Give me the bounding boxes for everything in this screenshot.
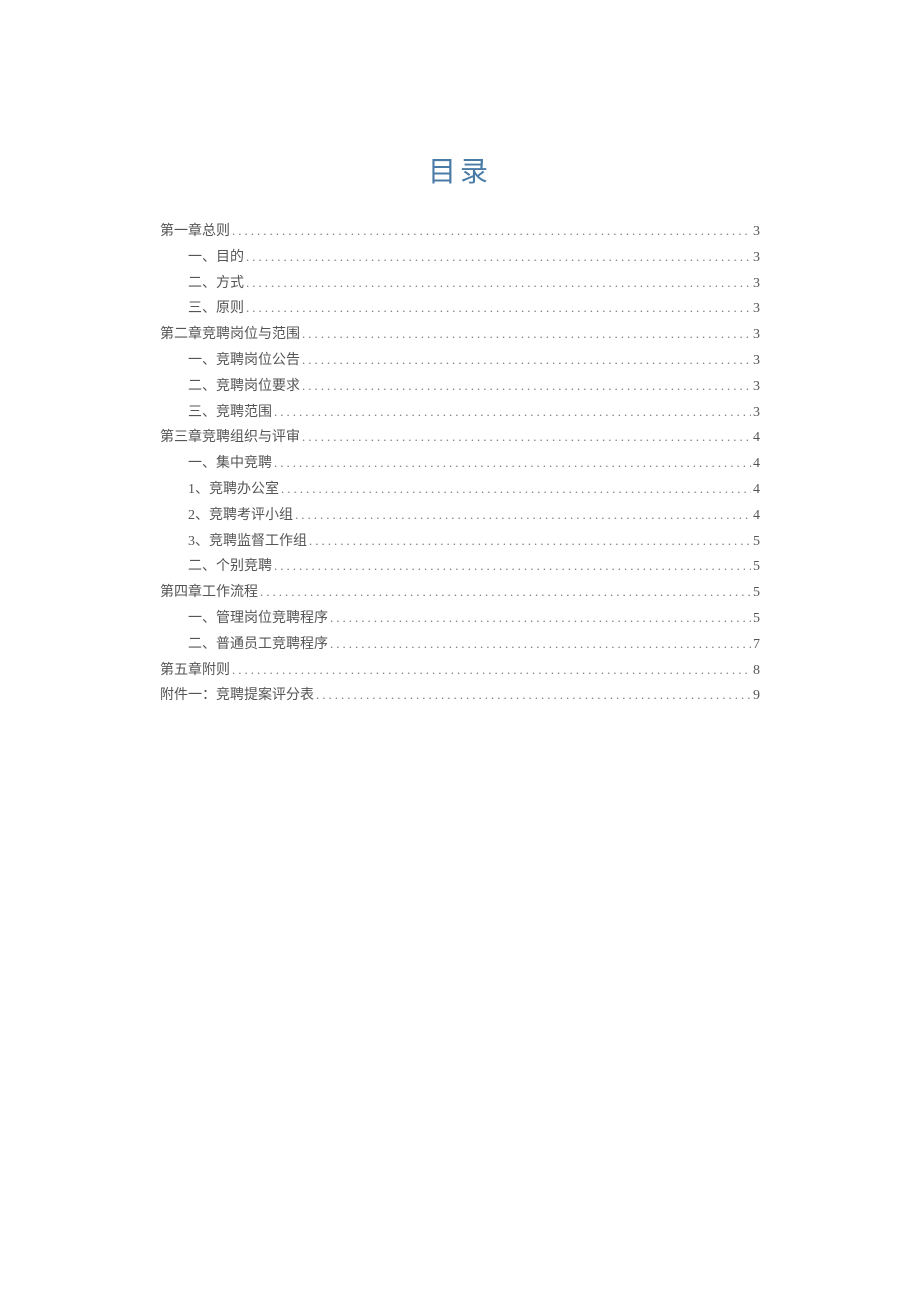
toc-leader-dots [232, 220, 751, 242]
toc-page-number: 4 [753, 478, 760, 502]
toc-leader-dots [246, 272, 751, 294]
toc-label: 第三章竞聘组织与评审 [160, 426, 300, 450]
toc-leader-dots [302, 323, 751, 345]
toc-entry[interactable]: 一、竞聘岗位公告 3 [160, 349, 760, 373]
toc-label: 一、管理岗位竞聘程序 [188, 607, 328, 631]
toc-leader-dots [302, 375, 751, 397]
toc-entry[interactable]: 三、原则 3 [160, 297, 760, 321]
toc-page-number: 5 [753, 607, 760, 631]
toc-page-number: 3 [753, 246, 760, 270]
toc-label: 二、个别竞聘 [188, 555, 272, 579]
toc-page-number: 3 [753, 220, 760, 244]
toc-label: 第一章总则 [160, 220, 230, 244]
toc-page-number: 5 [753, 530, 760, 554]
toc-leader-dots [330, 607, 751, 629]
toc-label: 第四章工作流程 [160, 581, 258, 605]
toc-leader-dots [246, 246, 751, 268]
toc-entry[interactable]: 一、管理岗位竞聘程序 5 [160, 607, 760, 631]
toc-label: 二、方式 [188, 272, 244, 296]
toc-leader-dots [281, 478, 751, 500]
toc-page-number: 3 [753, 349, 760, 373]
toc-entry[interactable]: 3、竞聘监督工作组 5 [160, 530, 760, 554]
toc-entry[interactable]: 二、方式 3 [160, 272, 760, 296]
toc-label: 第五章附则 [160, 659, 230, 683]
toc-entry[interactable]: 一、集中竞聘 4 [160, 452, 760, 476]
table-of-contents: 第一章总则3一、目的3二、方式3三、原则3第二章竞聘岗位与范围3一、竞聘岗位公告… [160, 220, 760, 708]
toc-label: 三、竞聘范围 [188, 401, 272, 425]
toc-page-number: 3 [753, 401, 760, 425]
toc-label: 三、原则 [188, 297, 244, 321]
toc-entry[interactable]: 1、竞聘办公室 4 [160, 478, 760, 502]
toc-page-number: 3 [753, 297, 760, 321]
toc-leader-dots [246, 297, 751, 319]
toc-leader-dots [232, 659, 751, 681]
toc-page-number: 9 [753, 684, 760, 708]
toc-label: 一、集中竞聘 [188, 452, 272, 476]
toc-leader-dots [274, 555, 751, 577]
toc-entry[interactable]: 第二章竞聘岗位与范围 3 [160, 323, 760, 347]
toc-entry[interactable]: 第五章附则 8 [160, 659, 760, 683]
toc-entry[interactable]: 附件一：竞聘提案评分表 9 [160, 684, 760, 708]
toc-entry[interactable]: 第三章竞聘组织与评审 4 [160, 426, 760, 450]
toc-page-number: 3 [753, 375, 760, 399]
toc-page-number: 3 [753, 272, 760, 296]
toc-entry[interactable]: 三、竞聘范围 3 [160, 401, 760, 425]
toc-label: 二、竞聘岗位要求 [188, 375, 300, 399]
toc-entry[interactable]: 第一章总则 3 [160, 220, 760, 244]
toc-page-number: 4 [753, 426, 760, 450]
toc-entry[interactable]: 二、竞聘岗位要求 3 [160, 375, 760, 399]
toc-leader-dots [302, 349, 751, 371]
toc-page-number: 5 [753, 555, 760, 579]
toc-leader-dots [295, 504, 751, 526]
toc-label: 附件一：竞聘提案评分表 [160, 684, 314, 708]
toc-leader-dots [330, 633, 751, 655]
toc-leader-dots [274, 452, 751, 474]
toc-label: 2、竞聘考评小组 [188, 504, 293, 528]
toc-leader-dots [260, 581, 751, 603]
toc-entry[interactable]: 二、普通员工竞聘程序 7 [160, 633, 760, 657]
document-page: 目录 第一章总则3一、目的3二、方式3三、原则3第二章竞聘岗位与范围3一、竞聘岗… [0, 0, 920, 708]
toc-page-number: 4 [753, 504, 760, 528]
toc-page-number: 7 [753, 633, 760, 657]
toc-entry[interactable]: 二、个别竞聘 5 [160, 555, 760, 579]
toc-page-number: 3 [753, 323, 760, 347]
toc-entry[interactable]: 2、竞聘考评小组 4 [160, 504, 760, 528]
toc-page-number: 4 [753, 452, 760, 476]
toc-label: 一、竞聘岗位公告 [188, 349, 300, 373]
toc-label: 1、竞聘办公室 [188, 478, 279, 502]
toc-page-number: 8 [753, 659, 760, 683]
toc-label: 二、普通员工竞聘程序 [188, 633, 328, 657]
page-title: 目录 [160, 150, 760, 190]
toc-page-number: 5 [753, 581, 760, 605]
toc-label: 第二章竞聘岗位与范围 [160, 323, 300, 347]
toc-label: 一、目的 [188, 246, 244, 270]
toc-entry[interactable]: 一、目的 3 [160, 246, 760, 270]
toc-entry[interactable]: 第四章工作流程 5 [160, 581, 760, 605]
toc-leader-dots [309, 530, 751, 552]
toc-label: 3、竞聘监督工作组 [188, 530, 307, 554]
toc-leader-dots [274, 401, 751, 423]
toc-leader-dots [302, 426, 751, 448]
toc-leader-dots [316, 684, 751, 706]
